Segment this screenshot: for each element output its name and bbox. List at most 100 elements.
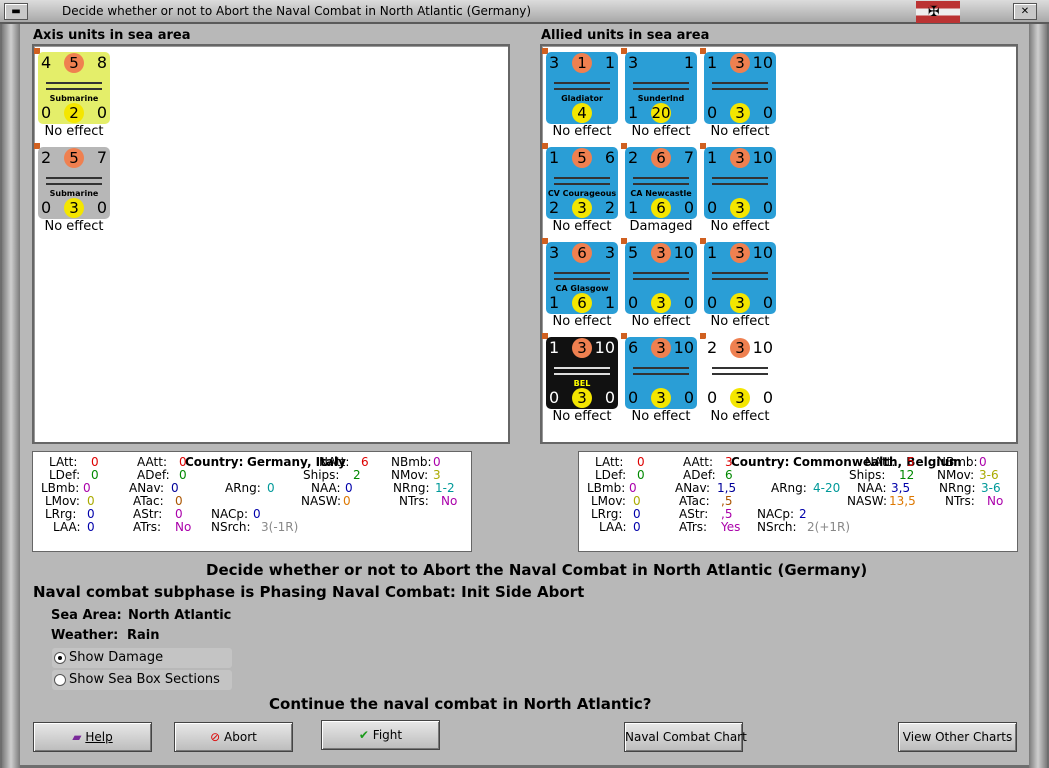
stat-label-lrrg: LRrg:	[45, 507, 77, 521]
allied-unit-counter[interactable]: 3 1 Sunderlnd 1 20	[625, 52, 697, 124]
top-mid-circle: 1	[572, 53, 592, 73]
stat-label-atac: ATac:	[133, 494, 164, 508]
stat-value-ships: 2	[353, 468, 361, 482]
stat-label-ships: Ships:	[849, 468, 886, 482]
ship-silhouette-icon	[46, 88, 102, 90]
allied-unit-cell[interactable]: 3 1 Sunderlnd 1 20 No effect	[621, 48, 701, 140]
allied-unit-cell[interactable]: 2 3 10 0 3 0 No effect	[700, 333, 780, 425]
system-menu-button[interactable]: ▬	[4, 3, 28, 20]
top-mid-circle: 6	[651, 148, 671, 168]
unit-name: BEL	[573, 379, 591, 388]
ship-silhouette-icon	[633, 88, 689, 90]
stat-label-ntrs: NTrs:	[399, 494, 429, 508]
allied-unit-counter[interactable]: 5 3 10 0 3 0	[625, 242, 697, 314]
bottom-left-value: 0	[707, 103, 718, 122]
axis-unit-cell[interactable]: 2 5 7 Submarine 0 3 0 No effect	[34, 143, 114, 235]
naval-combat-chart-button[interactable]: Naval Combat Chart	[624, 722, 747, 752]
bottom-mid-circle: 3	[64, 198, 84, 218]
stat-value-lmov: 0	[633, 494, 641, 508]
close-button[interactable]: ✕	[1013, 3, 1037, 20]
help-button[interactable]: ▰ Help	[33, 722, 152, 752]
unit-name: CA Glasgow	[555, 284, 609, 293]
allied-unit-counter[interactable]: 1 5 6 CV Courageous 2 3 2	[546, 147, 618, 219]
ship-silhouette-icon	[554, 88, 610, 90]
axis-unit-counter[interactable]: 2 5 7 Submarine 0 3 0	[38, 147, 110, 219]
bottom-mid-circle: 3	[730, 198, 750, 218]
allied-unit-counter[interactable]: 1 3 10 0 3 0	[704, 52, 776, 124]
stat-label-arng: ARng:	[225, 481, 261, 495]
stat-value-nsrch: 2(+1R)	[807, 520, 851, 534]
stat-value-nbmb: 0	[979, 455, 987, 469]
radio-empty-icon	[54, 674, 66, 686]
allied-unit-counter[interactable]: 2 3 10 0 3 0	[704, 337, 776, 409]
stat-value-nmov: 3-6	[979, 468, 999, 482]
unit-status: No effect	[552, 219, 612, 234]
top-mid-circle: 3	[730, 148, 750, 168]
allied-unit-counter[interactable]: 1 3 10 0 3 0	[704, 147, 776, 219]
bottom-right-value: 0	[96, 198, 107, 217]
stat-value-atrs: No	[175, 520, 192, 534]
allied-unit-counter[interactable]: 6 3 10 0 3 0	[625, 337, 697, 409]
allied-unit-cell[interactable]: 1 3 10 BEL 0 3 0 No effect	[542, 333, 622, 425]
stat-value-latt: 0	[637, 455, 645, 469]
allied-unit-counter[interactable]: 2 6 7 CA Newcastle 1 6 0	[625, 147, 697, 219]
allied-unit-cell[interactable]: 3 1 1 Gladiator 4 No effect	[542, 48, 622, 140]
unit-status: No effect	[710, 219, 770, 234]
allied-unit-cell[interactable]: 5 3 10 0 3 0 No effect	[621, 238, 701, 330]
allied-unit-cell[interactable]: 1 3 10 0 3 0 No effect	[700, 238, 780, 330]
stat-label-lmov: LMov:	[45, 494, 80, 508]
ship-silhouette-icon	[712, 278, 768, 280]
unit-status: No effect	[631, 409, 691, 424]
show-sea-box-option[interactable]: Show Sea Box Sections	[52, 670, 232, 690]
allied-unit-counter[interactable]: 1 3 10 BEL 0 3 0	[546, 337, 618, 409]
allied-unit-counter[interactable]: 3 1 1 Gladiator 4	[546, 52, 618, 124]
unit-status: No effect	[552, 409, 612, 424]
allied-unit-counter[interactable]: 3 6 3 CA Glasgow 1 6 1	[546, 242, 618, 314]
view-other-charts-button[interactable]: View Other Charts	[898, 722, 1017, 752]
allied-unit-cell[interactable]: 1 5 6 CV Courageous 2 3 2 No effect	[542, 143, 622, 235]
axis-unit-cell[interactable]: 4 5 8 Submarine 0 2 0 No effect	[34, 48, 114, 140]
stat-value-lbmb: 0	[83, 481, 91, 495]
unit-status: Damaged	[629, 219, 693, 234]
ship-silhouette-icon	[712, 367, 768, 369]
stat-label-lbmb: LBmb:	[41, 481, 80, 495]
bottom-mid-circle: 6	[651, 198, 671, 218]
attack-value: 6	[628, 338, 639, 357]
bottom-left-value: 0	[707, 293, 718, 312]
allied-unit-cell[interactable]: 6 3 10 0 3 0 No effect	[621, 333, 701, 425]
stat-label-anav: ANav:	[675, 481, 711, 495]
ship-silhouette-icon	[633, 183, 689, 185]
allied-unit-cell[interactable]: 1 3 10 0 3 0 No effect	[700, 48, 780, 140]
stat-label-naa: NAA:	[857, 481, 887, 495]
bottom-left-value: 1	[549, 293, 560, 312]
stat-value-lrrg: 0	[87, 507, 95, 521]
abort-button[interactable]: ⊘ Abort	[174, 722, 293, 752]
stat-label-adef: ADef:	[683, 468, 716, 482]
top-mid-circle: 3	[730, 243, 750, 263]
unit-name: CV Courageous	[547, 189, 617, 198]
movement-value: 8	[96, 53, 107, 72]
bottom-left-value: 2	[549, 198, 560, 217]
attack-value: 2	[628, 148, 639, 167]
show-damage-option[interactable]: Show Damage	[52, 648, 232, 668]
ship-silhouette-icon	[633, 82, 689, 84]
unit-status: No effect	[631, 314, 691, 329]
allied-unit-cell[interactable]: 1 3 10 0 3 0 No effect	[700, 143, 780, 235]
allied-unit-cell[interactable]: 3 6 3 CA Glasgow 1 6 1 No effect	[542, 238, 622, 330]
stat-value-lbmb: 0	[629, 481, 637, 495]
stat-label-atrs: ATrs:	[133, 520, 162, 534]
bottom-right-value: 0	[762, 388, 773, 407]
stat-label-latt: LAtt:	[595, 455, 624, 469]
movement-value: 3	[604, 243, 615, 262]
axis-unit-counter[interactable]: 4 5 8 Submarine 0 2 0	[38, 52, 110, 124]
stat-value-atrs: Yes	[721, 520, 741, 534]
stat-value-nacp: 2	[799, 507, 807, 521]
stat-value-nasw: 13,5	[889, 494, 916, 508]
unit-status: No effect	[710, 409, 770, 424]
top-mid-circle: 3	[572, 338, 592, 358]
allied-unit-cell[interactable]: 2 6 7 CA Newcastle 1 6 0 Damaged	[621, 143, 701, 235]
attack-value: 3	[549, 53, 560, 72]
ship-silhouette-icon	[712, 373, 768, 375]
allied-unit-counter[interactable]: 1 3 10 0 3 0	[704, 242, 776, 314]
fight-button[interactable]: ✔ Fight	[321, 720, 440, 750]
